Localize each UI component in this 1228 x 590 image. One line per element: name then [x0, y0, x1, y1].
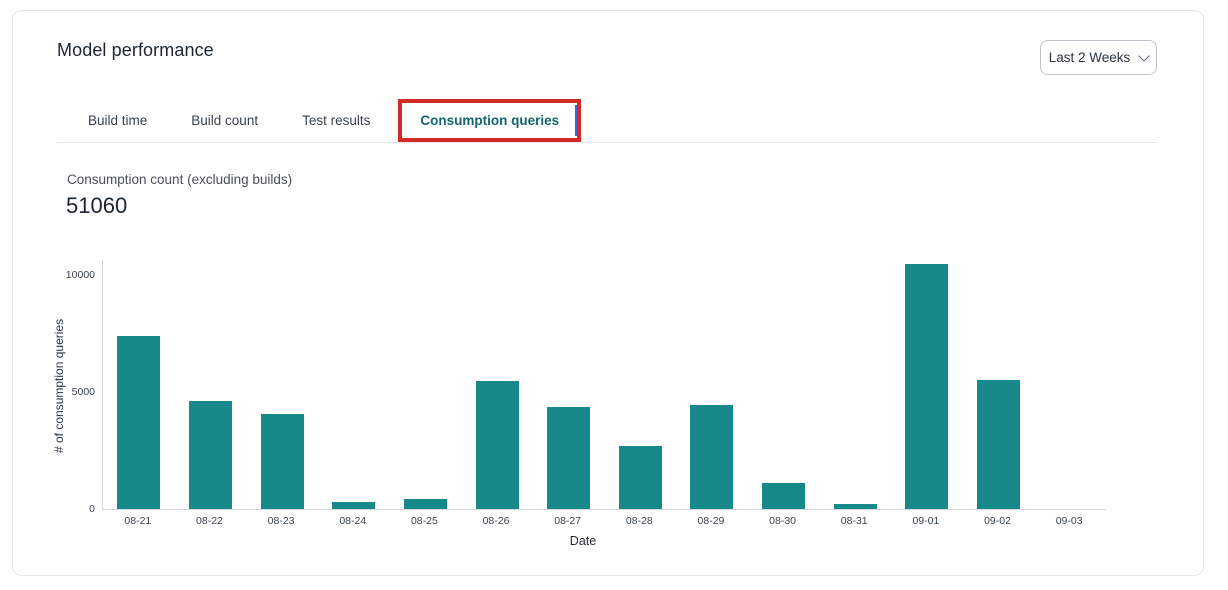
x-tick-label-08-30: 08-30 [747, 515, 819, 527]
y-tick-label-10000: 10000 [53, 269, 95, 281]
tab-build-count[interactable]: Build count [175, 113, 274, 128]
bar-08-28 [604, 260, 676, 509]
y-tick-label-0: 0 [53, 503, 95, 515]
bar-08-23 [246, 260, 318, 509]
time-range-dropdown[interactable]: Last 2 Weeks [1040, 40, 1157, 75]
page-title: Model performance [57, 40, 214, 61]
x-axis-title: Date [102, 534, 1064, 548]
y-tick-label-5000: 5000 [53, 386, 95, 398]
x-tick-label-08-25: 08-25 [389, 515, 461, 527]
x-tick-label-08-24: 08-24 [317, 515, 389, 527]
tab-test-results[interactable]: Test results [286, 113, 386, 128]
tab-build-time[interactable]: Build time [72, 113, 163, 128]
x-tick-label-09-03: 09-03 [1033, 515, 1105, 527]
time-range-value: Last 2 Weeks [1049, 50, 1131, 65]
x-tick-labels: 08-2108-2208-2308-2408-2508-2608-2708-28… [102, 515, 1105, 527]
bar-08-27 [533, 260, 605, 509]
bar-08-25 [390, 260, 462, 509]
metric-label: Consumption count (excluding builds) [67, 172, 292, 187]
bar-08-24 [318, 260, 390, 509]
x-tick-label-08-21: 08-21 [102, 515, 174, 527]
bar-08-30 [748, 260, 820, 509]
bar-chart-plot [102, 260, 1106, 510]
bar-08-31 [819, 260, 891, 509]
tab-focus-edge [575, 105, 577, 136]
bar-08-29 [676, 260, 748, 509]
annotation-highlight-box: Consumption queries [398, 99, 581, 142]
bar-08-22 [175, 260, 247, 509]
x-tick-label-08-23: 08-23 [245, 515, 317, 527]
bar-08-21 [103, 260, 175, 509]
x-tick-label-09-02: 09-02 [962, 515, 1034, 527]
metric-value: 51060 [66, 193, 127, 219]
bar-08-26 [461, 260, 533, 509]
x-tick-label-08-26: 08-26 [460, 515, 532, 527]
x-tick-label-08-29: 08-29 [675, 515, 747, 527]
bar-09-01 [891, 260, 963, 509]
x-tick-label-08-28: 08-28 [603, 515, 675, 527]
chevron-down-icon [1139, 50, 1150, 61]
x-tick-label-08-27: 08-27 [532, 515, 604, 527]
x-tick-label-08-22: 08-22 [174, 515, 246, 527]
bar-09-02 [963, 260, 1035, 509]
bar-09-03 [1034, 260, 1106, 509]
tab-bar: Build time Build count Test results Cons… [57, 99, 1157, 143]
x-tick-label-09-01: 09-01 [890, 515, 962, 527]
x-tick-label-08-31: 08-31 [818, 515, 890, 527]
tab-consumption-queries[interactable]: Consumption queries [420, 113, 559, 128]
